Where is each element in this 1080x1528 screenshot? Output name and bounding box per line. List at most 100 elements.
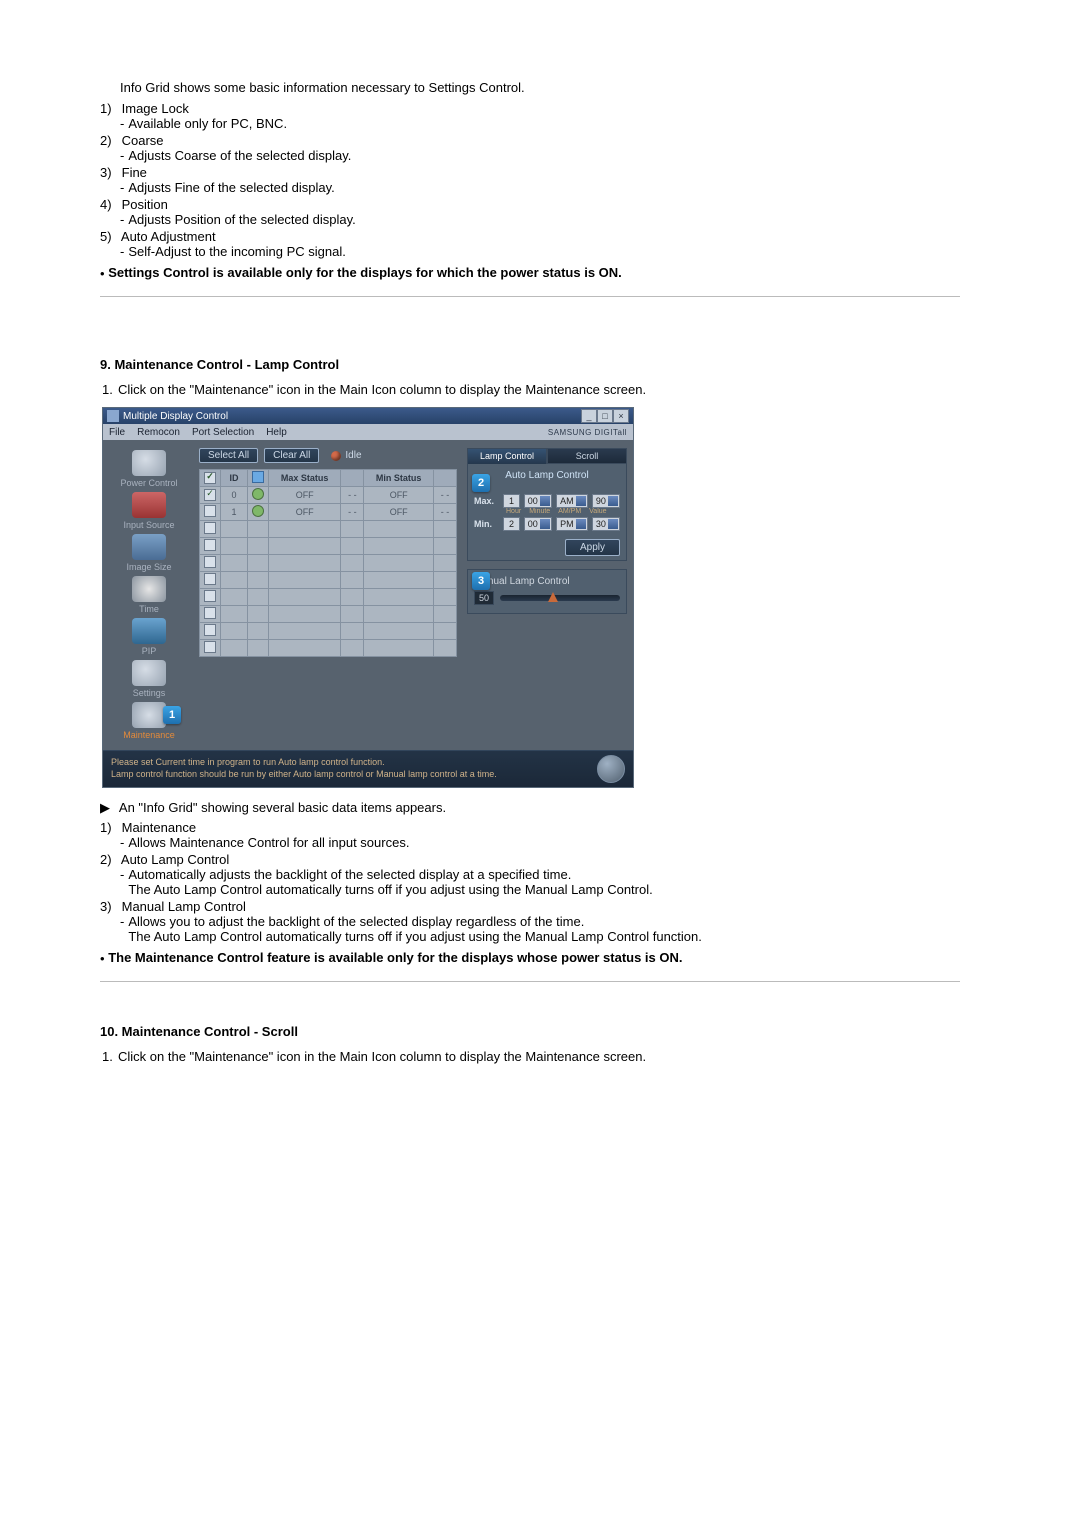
section-9-title: 9. Maintenance Control - Lamp Control (100, 357, 960, 372)
section-10-step: 1.Click on the "Maintenance" icon in the… (102, 1049, 960, 1064)
divider (100, 981, 960, 982)
list-item: 1) Maintenance -Allows Maintenance Contr… (100, 820, 960, 850)
sidebar-item-settings[interactable]: Settings (111, 660, 187, 698)
max-value[interactable]: 90 (592, 494, 620, 508)
sidebar-item-image-size[interactable]: Image Size (111, 534, 187, 572)
pip-icon (132, 618, 166, 644)
auto-lamp-title: Auto Lamp Control (474, 470, 620, 481)
app-window: Multiple Display Control _ □ × File Remo… (102, 407, 634, 788)
min-value[interactable]: 30 (592, 517, 620, 531)
bullet-icon: • (100, 951, 105, 966)
sidebar-item-pip[interactable]: PIP (111, 618, 187, 656)
center-panel: Select All Clear All Idle ID Max Status (195, 440, 461, 750)
toolbar: Select All Clear All Idle (199, 448, 457, 463)
list-item: 5) Auto Adjustment -Self-Adjust to the i… (100, 229, 960, 259)
menu-remocon[interactable]: Remocon (137, 427, 180, 438)
sidebar-item-power[interactable]: Power Control (111, 450, 187, 488)
title-bar[interactable]: Multiple Display Control _ □ × (103, 408, 633, 424)
table-row[interactable] (200, 521, 457, 538)
status-bar: Please set Current time in program to ru… (103, 750, 633, 787)
table-row[interactable]: 1 OFF - - OFF - - (200, 504, 457, 521)
idle-dot-icon (331, 451, 341, 461)
table-row[interactable] (200, 623, 457, 640)
power-icon (132, 450, 166, 476)
row-checkbox[interactable] (204, 489, 216, 501)
section-10-title: 10. Maintenance Control - Scroll (100, 1024, 960, 1039)
item-label: Image Lock (122, 101, 189, 116)
min-row: Min. 2 00 PM 30 (474, 517, 620, 531)
max-hour[interactable]: 1 (503, 494, 519, 508)
info-grid: ID Max Status Min Status 0 OFF - - OFF (199, 469, 457, 657)
col-max: Max Status (269, 470, 341, 487)
apply-button[interactable]: Apply (565, 539, 620, 556)
badge-3: 3 (472, 572, 490, 590)
row-checkbox[interactable] (204, 505, 216, 517)
list-item: 3) Manual Lamp Control -Allows you to ad… (100, 899, 960, 944)
min-hour[interactable]: 2 (503, 517, 519, 531)
brand-label: SAMSUNG DIGITall (548, 428, 627, 437)
manual-lamp-title: Manual Lamp Control (474, 576, 620, 587)
menu-help[interactable]: Help (266, 427, 287, 438)
item-sub: -Available only for PC, BNC. (120, 116, 960, 131)
menu-bar: File Remocon Port Selection Help SAMSUNG… (103, 424, 633, 440)
check-all[interactable] (204, 472, 216, 484)
sidebar: Power Control Input Source Image Size Ti… (103, 440, 195, 750)
menu-port[interactable]: Port Selection (192, 427, 254, 438)
intro-line: Info Grid shows some basic information n… (120, 80, 960, 95)
status-line-2: Lamp control function should be run by e… (111, 769, 589, 781)
slider-thumb-icon[interactable] (548, 592, 558, 602)
table-row[interactable] (200, 572, 457, 589)
close-button[interactable]: × (613, 409, 629, 423)
divider (100, 296, 960, 297)
badge-2: 2 (472, 474, 490, 492)
input-icon (132, 492, 166, 518)
arrow-line: ▶ An "Info Grid" showing several basic d… (100, 800, 960, 816)
sidebar-item-input[interactable]: Input Source (111, 492, 187, 530)
app-icon (107, 410, 119, 422)
table-row[interactable] (200, 606, 457, 623)
min-ampm[interactable]: PM (556, 517, 588, 531)
list-item: 2) Auto Lamp Control -Automatically adju… (100, 852, 960, 897)
table-row[interactable] (200, 589, 457, 606)
minimize-button[interactable]: _ (581, 409, 597, 423)
max-minute[interactable]: 00 (524, 494, 552, 508)
manual-lamp-panel: 3 Manual Lamp Control 50 (467, 569, 627, 614)
power-dot-icon (252, 488, 264, 500)
sidebar-item-maintenance[interactable]: Maintenance 1 (111, 702, 187, 740)
menu-file[interactable]: File (109, 427, 125, 438)
tab-scroll[interactable]: Scroll (547, 448, 627, 464)
select-all-button[interactable]: Select All (199, 448, 258, 463)
col-max-status (341, 470, 364, 487)
slider-value: 50 (474, 591, 494, 605)
status-circle-icon (597, 755, 625, 783)
maximize-button[interactable]: □ (597, 409, 613, 423)
tab-lamp-control[interactable]: Lamp Control (467, 448, 547, 464)
table-row[interactable] (200, 538, 457, 555)
item-number: 1) (100, 101, 118, 116)
max-ampm[interactable]: AM (556, 494, 588, 508)
arrow-icon: ▶ (100, 800, 116, 816)
col-power-icon (248, 470, 269, 487)
table-row[interactable] (200, 555, 457, 572)
clear-all-button[interactable]: Clear All (264, 448, 319, 463)
min-minute[interactable]: 00 (524, 517, 552, 531)
settings-note: • Settings Control is available only for… (100, 265, 960, 280)
section-9-step: 1.Click on the "Maintenance" icon in the… (102, 382, 960, 397)
badge-1: 1 (163, 706, 181, 724)
image-size-icon (132, 534, 166, 560)
list-item: 3) Fine -Adjusts Fine of the selected di… (100, 165, 960, 195)
list-item: 2) Coarse -Adjusts Coarse of the selecte… (100, 133, 960, 163)
settings-icon (132, 660, 166, 686)
sidebar-item-time[interactable]: Time (111, 576, 187, 614)
right-panel: Lamp Control Scroll 2 Auto Lamp Control … (461, 440, 633, 750)
col-min: Min Status (364, 470, 434, 487)
idle-indicator: Idle (331, 450, 361, 461)
lamp-slider[interactable] (500, 595, 620, 601)
max-row: Max. 1 00 AM 90 (474, 494, 620, 508)
maintenance-note: • The Maintenance Control feature is ava… (100, 950, 960, 965)
col-min-status (434, 470, 457, 487)
time-icon (132, 576, 166, 602)
bullet-icon: • (100, 266, 105, 281)
table-row[interactable] (200, 640, 457, 657)
table-row[interactable]: 0 OFF - - OFF - - (200, 487, 457, 504)
